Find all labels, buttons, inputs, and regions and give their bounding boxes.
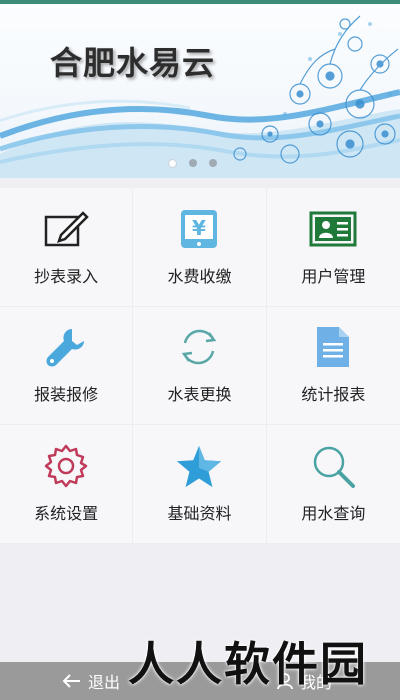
- edit-icon: [42, 207, 90, 251]
- menu-label: 抄表录入: [34, 266, 99, 286]
- carousel-indicator[interactable]: [168, 159, 217, 168]
- star-icon: [175, 444, 223, 488]
- menu-meter-entry[interactable]: 抄表录入: [0, 188, 134, 307]
- banner-artwork: [0, 15, 400, 178]
- carousel-dot-2[interactable]: [189, 159, 197, 167]
- menu-label: 水费收缴: [167, 266, 232, 286]
- carousel-dot-3[interactable]: [209, 159, 217, 167]
- feature-grid: 抄表录入 ¥ 水费收缴 用户管理 报装报修 水表更换 统计报表 系统设置 基础资…: [0, 188, 400, 544]
- menu-statistics-report[interactable]: 统计报表: [266, 306, 400, 426]
- menu-basic-data[interactable]: 基础资料: [133, 425, 267, 544]
- banner-title: 合肥水易云: [50, 44, 216, 82]
- menu-system-settings[interactable]: 系统设置: [0, 425, 134, 544]
- menu-label: 报装报修: [34, 385, 99, 405]
- gear-icon: [42, 444, 90, 488]
- menu-install-repair[interactable]: 报装报修: [0, 306, 134, 426]
- wrench-icon: [42, 325, 90, 369]
- menu-label: 系统设置: [34, 504, 99, 524]
- search-icon: [309, 444, 357, 489]
- menu-user-management[interactable]: 用户管理: [266, 188, 400, 307]
- menu-label: 用水查询: [301, 504, 366, 524]
- menu-label: 统计报表: [301, 385, 366, 405]
- id-card-icon: [309, 207, 357, 251]
- menu-label: 基础资料: [167, 504, 232, 524]
- menu-label: 用户管理: [301, 266, 366, 286]
- menu-fee-collection[interactable]: ¥ 水费收缴: [133, 188, 267, 307]
- svg-text:¥: ¥: [193, 216, 207, 240]
- exit-label: 退出: [88, 673, 121, 692]
- menu-meter-replacement[interactable]: 水表更换: [133, 306, 267, 426]
- carousel-dot-1[interactable]: [168, 159, 177, 168]
- menu-label: 水表更换: [167, 385, 232, 405]
- back-arrow-icon: [62, 674, 80, 688]
- menu-water-query[interactable]: 用水查询: [266, 425, 400, 544]
- document-icon: [309, 325, 357, 369]
- banner-carousel[interactable]: 合肥水易云: [0, 4, 400, 178]
- watermark-text: 人人软件园: [128, 637, 368, 691]
- refresh-icon: [175, 325, 223, 369]
- yen-tablet-icon: ¥: [175, 207, 223, 251]
- exit-button[interactable]: 退出: [62, 669, 120, 693]
